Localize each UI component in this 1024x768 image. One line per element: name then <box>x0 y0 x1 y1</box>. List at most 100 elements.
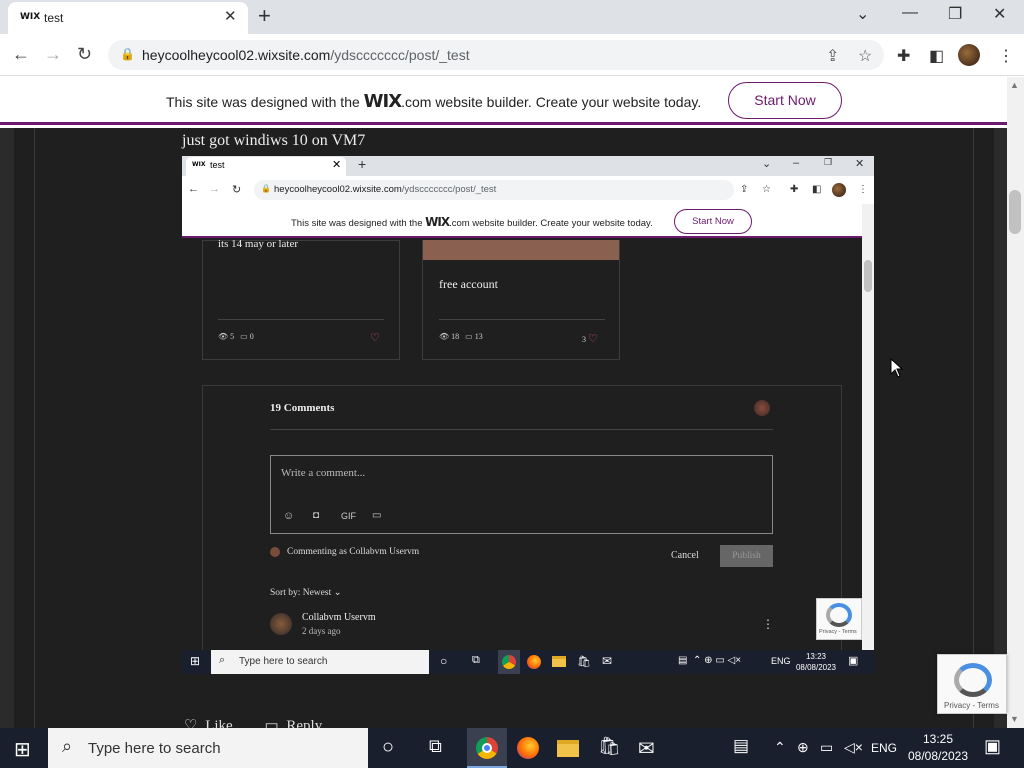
inner-task-view-icon: ⧉ <box>472 654 480 666</box>
start-now-button[interactable]: Start Now <box>728 82 842 119</box>
news-widget-icon[interactable]: ▤ <box>733 736 749 756</box>
divider <box>218 319 384 320</box>
forward-icon[interactable]: → <box>44 44 62 65</box>
notification-center-icon[interactable]: ▣ <box>984 736 1001 757</box>
scroll-down-icon[interactable]: ▼ <box>1010 714 1019 724</box>
inner-emoji-icon: ☺ <box>283 510 295 522</box>
inner-cancel-button: Cancel <box>671 550 699 561</box>
minimize-button[interactable]: — <box>902 4 918 22</box>
tab-search-icon[interactable]: ⌄ <box>856 4 869 24</box>
inner-video-icon: ▭ <box>372 510 382 521</box>
chrome-center <box>482 743 492 753</box>
inner-comment-icon: ▭ <box>240 332 248 341</box>
file-explorer-icon[interactable] <box>557 740 579 757</box>
tab-title: test <box>44 11 64 25</box>
inner-store-icon: 🛍 <box>577 656 591 668</box>
menu-kebab-icon[interactable]: ⋮ <box>998 46 1014 66</box>
tray-chevron-icon[interactable]: ⌃ <box>774 739 786 756</box>
url-host: heycoolheycool02.wixsite.com <box>142 47 331 63</box>
inner-cortana-icon: ○ <box>440 654 448 668</box>
scroll-up-icon[interactable]: ▲ <box>1010 80 1019 90</box>
extensions-puzzle-icon[interactable]: ✚ <box>897 46 910 66</box>
windows-start-icon[interactable]: ⊞ <box>14 737 31 762</box>
inner-wix-favicon-icon: WIX <box>192 161 206 168</box>
mail-icon[interactable]: ✉ <box>638 736 655 761</box>
page-scrollbar[interactable] <box>1007 77 1024 728</box>
inner-sort-by: Sort by: Newest ⌄ <box>270 588 342 598</box>
inner-recaptcha-logo-icon <box>826 603 852 627</box>
inner-comment-time: 2 days ago <box>302 626 341 636</box>
wix-logo: WIX <box>363 91 402 112</box>
close-tab-icon[interactable]: ✕ <box>224 7 237 25</box>
inner-share-icon: ⇪ <box>740 184 749 195</box>
restore-button[interactable]: ❐ <box>948 4 962 24</box>
inner-card-stats: 👁 18 ▭ 13 <box>439 332 483 341</box>
inner-menu-icon: ⋮ <box>858 184 868 195</box>
side-panel-icon[interactable]: ◧ <box>929 46 944 66</box>
inner-back-icon: ← <box>188 183 199 195</box>
inner-publish-button: Publish <box>720 545 773 567</box>
inner-chrome-icon <box>502 655 516 669</box>
inner-firefox-icon <box>527 655 541 669</box>
address-bar[interactable]: 🔒 heycoolheycool02.wixsite.com/ydscccccc… <box>108 40 884 70</box>
taskbar-search[interactable]: ⌕ Type here to search <box>48 728 368 768</box>
inner-gif-icon: GIF <box>341 511 356 521</box>
inner-tray-lang: ENG <box>771 656 791 666</box>
inner-address-bar: 🔒 heycoolheycool02.wixsite.com/ydscccccc… <box>254 180 734 200</box>
inner-minimize-icon: – <box>793 157 800 169</box>
taskbar-search-placeholder: Type here to search <box>88 740 221 757</box>
inner-card-title: free account <box>439 277 498 291</box>
task-view-icon[interactable]: ⧉ <box>429 736 442 757</box>
inner-card-text: its 14 may or later <box>218 238 299 250</box>
new-tab-button[interactable]: + <box>258 3 271 29</box>
cortana-icon[interactable]: ○ <box>382 736 394 759</box>
microsoft-store-icon[interactable]: 🛍 <box>598 736 621 757</box>
inner-comment-author: Collabvm Uservm <box>302 612 376 623</box>
inner-chevron-down-icon: ⌄ <box>333 588 342 598</box>
recaptcha-badge[interactable]: Privacy - Terms <box>937 654 1007 714</box>
inner-clock: 13:23 08/08/2023 <box>795 652 837 672</box>
close-window-button[interactable]: ✕ <box>993 4 1006 24</box>
inner-start-now-button: Start Now <box>674 209 752 234</box>
inner-like-count: 3 ♡ <box>582 333 598 345</box>
inner-restore-icon: ❐ <box>824 157 833 167</box>
inner-side-panel-icon: ◧ <box>812 184 822 195</box>
firefox-icon[interactable] <box>517 737 539 759</box>
bookmark-star-icon[interactable]: ☆ <box>858 46 872 66</box>
inner-tray-icons: ▤ ⌃ ⊕ ▭ ◁× <box>678 655 742 666</box>
taskbar-clock[interactable]: 13:25 08/08/2023 <box>898 731 978 765</box>
inner-browser-tab: WIX test ✕ <box>186 157 346 176</box>
divider <box>973 128 974 728</box>
recaptcha-terms[interactable]: Privacy - Terms <box>944 701 999 710</box>
inner-notification-icon: ▣ <box>848 655 859 667</box>
inner-taskbar-search: ⌕ Type here to search <box>211 650 429 674</box>
inner-reload-icon: ↻ <box>232 184 242 196</box>
inner-search-icon: ⌕ <box>219 654 226 666</box>
inner-recaptcha-badge: Privacy - Terms <box>816 598 862 640</box>
mouse-cursor-icon <box>890 358 904 378</box>
language-indicator[interactable]: ENG <box>871 741 897 755</box>
recaptcha-logo-icon <box>954 663 992 697</box>
inner-card-image <box>423 240 619 260</box>
volume-muted-icon[interactable]: ◁× <box>844 739 863 756</box>
inner-tab-search-icon: ⌄ <box>762 158 772 170</box>
profile-avatar[interactable] <box>958 44 980 66</box>
reload-icon[interactable]: ↻ <box>77 44 92 65</box>
share-icon[interactable]: ⇪ <box>826 46 839 66</box>
inner-card-stats: 👁 5 ▭ 0 <box>218 332 254 341</box>
back-icon[interactable]: ← <box>12 44 30 65</box>
inner-tab-title: test <box>210 160 225 170</box>
browser-tab[interactable]: WIX test ✕ <box>8 2 248 34</box>
network-icon[interactable]: ▭ <box>820 739 833 756</box>
divider <box>439 319 605 320</box>
inner-user-avatar <box>754 400 770 416</box>
url-path: /ydsccccccc/post/_test <box>330 47 470 63</box>
meet-now-icon[interactable]: ⊕ <box>797 739 809 756</box>
inner-comment-icon: ▭ <box>465 332 473 341</box>
divider <box>270 429 773 430</box>
inner-commenting-as: Commenting as Collabvm Uservm <box>287 547 420 557</box>
inner-comment-placeholder: Write a comment... <box>281 467 366 479</box>
inner-eye-icon: 👁 <box>218 332 229 341</box>
inner-comments-count: 19 Comments <box>270 402 335 414</box>
scrollbar-thumb[interactable] <box>1009 190 1021 234</box>
